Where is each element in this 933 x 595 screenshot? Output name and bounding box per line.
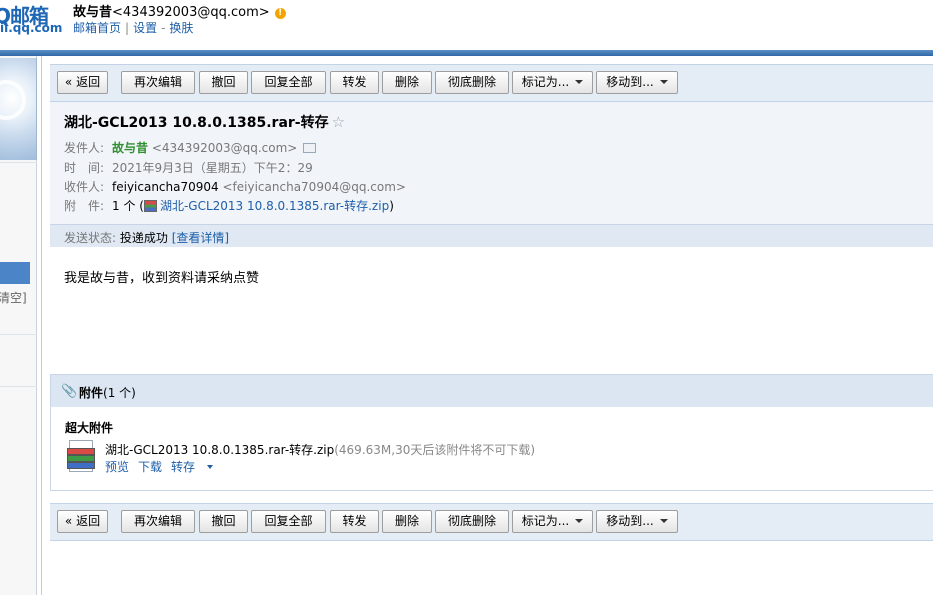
save-to-label: 转存	[171, 460, 196, 474]
attachment-title-count: (1 个)	[103, 386, 136, 400]
status-label: 发送状态:	[64, 231, 117, 245]
recipient-row: 收件人: feiyicancha70904 <feiyicancha70904@q…	[64, 178, 406, 195]
recall-button[interactable]: 撤回	[199, 71, 248, 94]
sidebar-divider	[0, 386, 37, 387]
chevron-down-icon	[575, 519, 584, 523]
mail-read-page: Q邮箱 il.qq.com 故与昔<434392003@qq.com>! 邮箱首…	[0, 0, 933, 595]
logo-domain: il.qq.com	[0, 21, 63, 35]
delete-button[interactable]: 删除	[382, 71, 432, 94]
qq-mail-logo[interactable]: Q邮箱 il.qq.com	[0, 0, 62, 40]
paperclip-icon: 📎	[61, 384, 78, 399]
mark-as-dropdown[interactable]: 标记为...	[512, 510, 593, 533]
download-link[interactable]: 下载	[138, 460, 162, 474]
attachment-actions: 预览 下载 转存	[105, 458, 231, 475]
sidebar-divider	[0, 162, 37, 163]
forward-button[interactable]: 转发	[330, 71, 379, 94]
sender-label: 发件人:	[64, 141, 105, 155]
account-email: <434392003@qq.com>	[112, 5, 270, 20]
preview-link[interactable]: 预览	[105, 460, 129, 474]
time-value: 2021年9月3日（星期五）下午2：29	[112, 161, 313, 175]
recipient-email: <feiyicancha70904@qq.com>	[222, 180, 406, 194]
chevron-down-icon	[659, 519, 668, 523]
move-to-dropdown[interactable]: 移动到...	[596, 510, 678, 533]
back-button[interactable]: « 返回	[57, 71, 108, 94]
time-label: 时 间:	[64, 161, 105, 175]
zip-file-icon	[143, 200, 157, 212]
sender-row: 发件人: 故与昔 <434392003@qq.com>	[64, 139, 317, 156]
divider: -	[161, 21, 166, 35]
delete-permanently-button[interactable]: 彻底删除	[435, 71, 509, 94]
mark-as-dropdown[interactable]: 标记为...	[512, 71, 593, 94]
status-value: 投递成功	[119, 231, 168, 245]
back-button[interactable]: « 返回	[57, 510, 108, 533]
divider: |	[125, 21, 130, 35]
forward-button[interactable]: 转发	[330, 510, 379, 533]
attachment-count: 1 个 (	[112, 199, 144, 213]
mail-body: 我是故与昔，收到资料请采纳点赞	[64, 271, 260, 286]
sender-name[interactable]: 故与昔	[112, 141, 148, 155]
attachment-row: 附 件: 1 个 ( 湖北-GCL2013 10.8.0.1385.rar-转存.z…	[64, 197, 394, 214]
chevron-down-icon	[659, 80, 668, 84]
sender-email: <434392003@qq.com>	[151, 141, 298, 155]
recipient-name[interactable]: feiyicancha70904	[112, 180, 219, 194]
reply-all-button[interactable]: 回复全部	[251, 510, 326, 533]
save-to-dropdown[interactable]: 转存	[171, 460, 222, 474]
zip-archive-icon[interactable]	[67, 440, 95, 472]
sidebar-item-active[interactable]	[0, 262, 30, 284]
mark-as-label: 标记为...	[521, 75, 570, 89]
recipient-label: 收件人:	[64, 180, 105, 194]
reply-all-button[interactable]: 回复全部	[251, 71, 326, 94]
account-info: 故与昔<434392003@qq.com>!	[73, 1, 286, 20]
account-name: 故与昔	[73, 5, 113, 20]
link-skin[interactable]: 换肤	[169, 21, 193, 35]
sidebar-divider	[0, 334, 37, 335]
link-mail-home[interactable]: 邮箱首页	[73, 21, 121, 35]
attachment-panel: 📎 附件(1 个) 超大附件 湖北-GCL2013 10.8.0.1385.ra…	[50, 374, 933, 491]
send-status-bar: 发送状态: 投递成功 [查看详情]	[50, 224, 933, 247]
warning-icon[interactable]: !	[274, 8, 286, 19]
sidebar-clear-link[interactable]: 清空]	[0, 289, 27, 306]
move-to-dropdown[interactable]: 移动到...	[596, 71, 678, 94]
attachment-close: )	[389, 199, 394, 213]
recall-button[interactable]: 撤回	[199, 510, 248, 533]
mail-subject: 湖北-GCL2013 10.8.0.1385.rar-转存 ☆	[64, 112, 345, 132]
reedit-button[interactable]: 再次编辑	[121, 510, 195, 533]
move-to-label: 移动到...	[606, 75, 654, 89]
sidebar-decoration	[0, 58, 37, 160]
contact-card-icon[interactable]	[303, 143, 317, 153]
header-links: 邮箱首页 | 设置 - 换肤	[73, 19, 193, 36]
toolbar-top: « 返回 再次编辑 撤回 回复全部 转发 删除 彻底删除 标记为... 移动到.…	[50, 64, 933, 102]
star-icon[interactable]: ☆	[332, 113, 345, 131]
mark-as-label: 标记为...	[521, 514, 570, 528]
attachment-file-note: (469.63M,30天后该附件将不可下载)	[334, 443, 536, 457]
attachment-label: 附 件:	[64, 199, 105, 213]
attachment-title: 附件(1 个)	[79, 384, 136, 401]
delete-button[interactable]: 删除	[382, 510, 432, 533]
chevron-down-icon	[575, 80, 584, 84]
time-row: 时 间: 2021年9月3日（星期五）下午2：29	[64, 159, 313, 176]
left-sidebar: 清空]	[0, 56, 37, 595]
attachment-file-name[interactable]: 湖北-GCL2013 10.8.0.1385.rar-转存.zip	[105, 443, 334, 457]
toolbar-bottom: « 返回 再次编辑 撤回 回复全部 转发 删除 彻底删除 标记为... 移动到.…	[50, 503, 933, 541]
status-detail-link[interactable]: [查看详情]	[172, 231, 229, 245]
mail-header: 湖北-GCL2013 10.8.0.1385.rar-转存 ☆ 发件人: 故与昔 <…	[50, 102, 933, 247]
attachment-file: 湖北-GCL2013 10.8.0.1385.rar-转存.zip(469.63…	[105, 441, 535, 458]
send-status: 发送状态: 投递成功 [查看详情]	[64, 229, 229, 246]
reedit-button[interactable]: 再次编辑	[121, 71, 195, 94]
attachment-title-text: 附件	[79, 386, 104, 400]
subject-text: 湖北-GCL2013 10.8.0.1385.rar-转存	[64, 115, 329, 131]
chevron-down-icon	[207, 465, 214, 469]
attachment-title-bar: 📎 附件(1 个)	[51, 375, 933, 407]
attachment-link[interactable]: 湖北-GCL2013 10.8.0.1385.rar-转存.zip	[160, 199, 389, 213]
large-attachment-label: 超大附件	[65, 421, 114, 435]
mail-view: « 返回 再次编辑 撤回 回复全部 转发 删除 彻底删除 标记为... 移动到.…	[41, 56, 933, 595]
delete-permanently-button[interactable]: 彻底删除	[435, 510, 509, 533]
link-settings[interactable]: 设置	[133, 21, 157, 35]
move-to-label: 移动到...	[606, 514, 654, 528]
